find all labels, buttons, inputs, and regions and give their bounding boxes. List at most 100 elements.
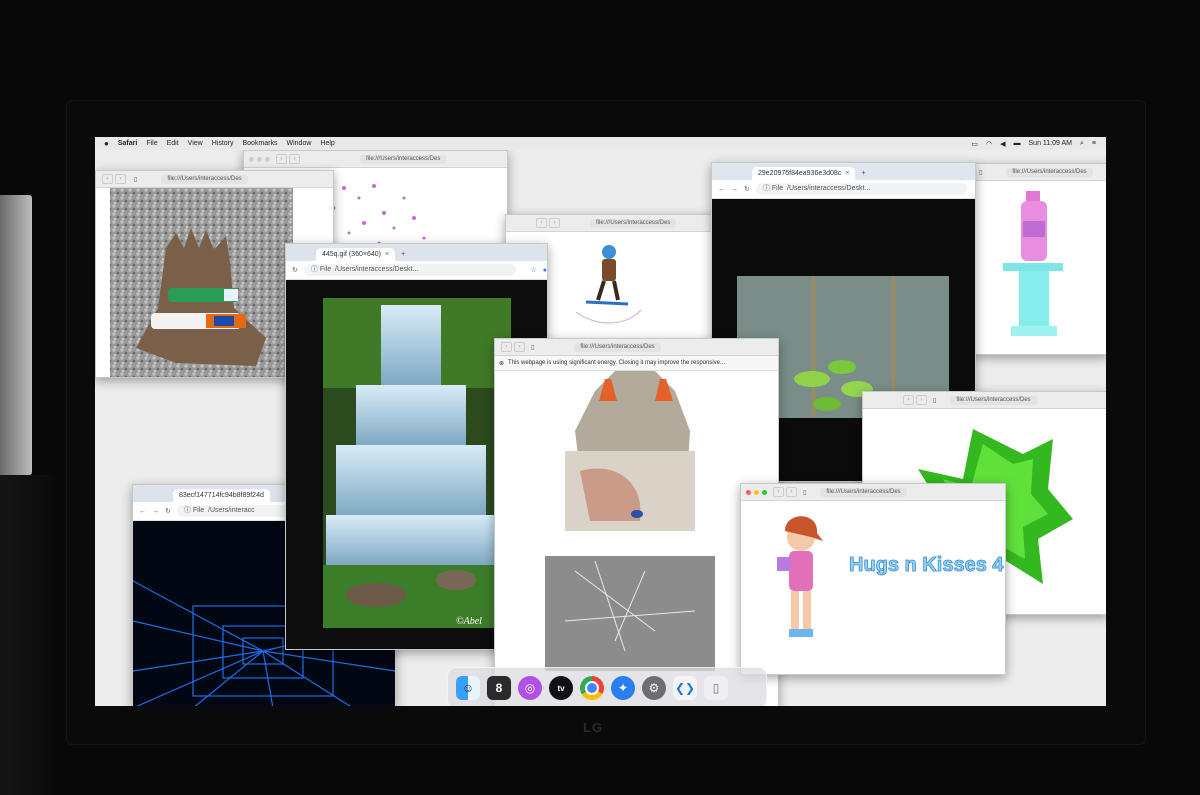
forward-button[interactable]: › — [549, 218, 560, 228]
forward-icon[interactable]: → — [152, 508, 159, 515]
tab-waterfall[interactable]: 445q.gif (360×640) × — [316, 248, 396, 261]
info-icon: ⓘ — [183, 507, 191, 514]
waterfall-watermark: ©Abel — [456, 616, 482, 627]
menu-safari[interactable]: Safari — [118, 140, 137, 147]
scheme-label: File — [192, 507, 205, 514]
fiji-bottle-image — [1003, 191, 1063, 336]
energy-warning-text: This webpage is using significant energy… — [508, 360, 726, 366]
menu-edit[interactable]: Edit — [167, 140, 179, 147]
menu-help[interactable]: Help — [320, 140, 334, 147]
volume-icon[interactable]: ◀ — [1000, 140, 1005, 148]
spotlight-icon[interactable]: ⌕ — [1080, 140, 1084, 148]
browser-window-hugs[interactable]: ‹ › ▯ file:///Users/interaccess/Des Hugs … — [740, 483, 1006, 675]
omnibox[interactable]: ⓘ File /Users/interaccess/Deskt... — [303, 264, 517, 276]
url-field[interactable]: file:///Users/interaccess/Des — [161, 174, 248, 184]
window-toolbar: ‹ › file:///Users/interaccess/Des — [506, 215, 716, 232]
forward-button[interactable]: › — [786, 487, 797, 497]
omnibox[interactable]: ⓘ File /Users/interaccess/Deskt... — [755, 183, 967, 195]
dock: ☺ 8 ◎ tv ✦ ⚙ ❮❯ ▯ — [447, 667, 767, 706]
background-monitor — [0, 195, 32, 475]
reload-icon[interactable]: ↻ — [744, 185, 750, 193]
menu-history[interactable]: History — [212, 140, 234, 147]
tab-strip: 445q.gif (360×640) × + — [286, 244, 547, 261]
url-field[interactable]: file:///Users/interaccess/Des — [950, 395, 1037, 405]
back-icon[interactable]: ← — [139, 508, 146, 515]
reload-icon[interactable]: ↻ — [292, 266, 298, 274]
browser-window-cones[interactable]: ‹ › ▯ file:///Users/interaccess/Des ⊗ Thi… — [494, 338, 779, 706]
menu-bookmarks[interactable]: Bookmarks — [242, 140, 277, 147]
sidebar-icon[interactable]: ▯ — [979, 169, 982, 176]
wifi-icon[interactable]: ◠ — [986, 140, 992, 148]
system-preferences-icon[interactable]: ⚙ — [642, 676, 666, 700]
close-button[interactable] — [746, 489, 751, 495]
address-bar: ← → ↻ ⓘ File /Users/interaccess/Deskt... — [712, 180, 975, 199]
window-toolbar: ‹ › ▯ file:///Users/interaccess/Des — [96, 171, 333, 188]
hugs-kisses-image: Hugs n Kisses 4 you — [777, 516, 1005, 637]
back-button[interactable]: ‹ — [773, 487, 784, 497]
profile-icon[interactable]: ● — [543, 267, 547, 274]
speakers-icon[interactable]: 8 — [487, 676, 511, 700]
control-center-icon[interactable]: ≡ — [1092, 140, 1096, 147]
screen-mirror-icon[interactable]: ▭ — [971, 140, 978, 148]
zoom-button[interactable] — [762, 489, 767, 495]
url-field[interactable]: file:///Users/interaccess/Des — [574, 342, 661, 352]
menu-file[interactable]: File — [146, 140, 157, 147]
minimize-button[interactable] — [257, 156, 262, 162]
sidebar-icon[interactable]: ▯ — [134, 176, 137, 183]
safari-icon[interactable]: ✦ — [611, 676, 635, 700]
url-field[interactable]: file:///Users/interaccess/Des — [820, 487, 907, 497]
new-tab-button[interactable]: + — [401, 248, 405, 261]
minimize-button[interactable] — [754, 489, 759, 495]
back-button[interactable]: ‹ — [903, 395, 914, 405]
new-tab-button[interactable]: + — [861, 167, 865, 180]
bookmark-star-icon[interactable]: ☆ — [530, 266, 536, 274]
vscode-icon[interactable]: ❮❯ — [673, 676, 697, 700]
back-button[interactable]: ‹ — [276, 154, 287, 164]
back-icon[interactable]: ← — [718, 186, 725, 193]
tv-icon[interactable]: tv — [549, 676, 573, 700]
tab-title: 83ecf147714fc94b8f89f24d — [179, 492, 264, 499]
apple-menu-icon[interactable]: ● — [104, 139, 109, 148]
window-toolbar: ‹ › ▯ file:///Users/interaccess/Des — [863, 392, 1106, 409]
tab-strip: 29e20976f84ea936e3d08c × + — [712, 163, 975, 180]
background-shadow — [0, 475, 52, 795]
battery-icon[interactable]: ▬ — [1014, 140, 1021, 147]
trash-icon[interactable]: ▯ — [704, 676, 728, 700]
podcasts-icon[interactable]: ◎ — [518, 676, 542, 700]
url-text: /Users/interaccess/Deskt... — [335, 266, 419, 273]
sidebar-icon[interactable]: ▯ — [803, 489, 806, 496]
close-tab-icon[interactable]: × — [845, 167, 849, 180]
sidebar-icon[interactable]: ▯ — [933, 397, 936, 404]
chrome-icon[interactable] — [580, 676, 604, 700]
url-text: /Users/interaccess/Deskt... — [787, 185, 871, 192]
forward-button[interactable]: › — [514, 342, 525, 352]
url-field[interactable]: file:///Users/interaccess/Des — [590, 218, 677, 228]
back-button[interactable]: ‹ — [501, 342, 512, 352]
tab-plant[interactable]: 29e20976f84ea936e3d08c × — [752, 167, 856, 180]
back-button[interactable]: ‹ — [536, 218, 547, 228]
info-icon: ⓘ — [310, 266, 318, 273]
menu-bar: ● Safari File Edit View History Bookmark… — [95, 137, 1106, 150]
finder-icon[interactable]: ☺ — [456, 676, 480, 700]
url-field[interactable]: file:///Users/interaccess/Des — [360, 154, 447, 164]
close-tab-icon[interactable]: × — [385, 248, 389, 261]
menu-window[interactable]: Window — [287, 140, 312, 147]
close-button[interactable] — [249, 156, 254, 162]
forward-icon[interactable]: → — [731, 186, 738, 193]
sidebar-icon[interactable]: ▯ — [531, 344, 534, 351]
menu-view[interactable]: View — [188, 140, 203, 147]
back-button[interactable]: ‹ — [102, 174, 113, 184]
zoom-button[interactable] — [265, 156, 270, 162]
reload-icon[interactable]: ↻ — [165, 507, 171, 515]
tab-tunnel[interactable]: 83ecf147714fc94b8f89f24d — [173, 489, 270, 502]
cones-collage-image — [545, 371, 715, 671]
url-field[interactable]: file:///Users/interaccess/Des — [1006, 167, 1093, 177]
forward-button[interactable]: › — [115, 174, 126, 184]
close-banner-icon[interactable]: ⊗ — [499, 360, 504, 367]
info-icon: ⓘ — [762, 185, 770, 192]
forward-button[interactable]: › — [289, 154, 300, 164]
browser-window-bottle[interactable]: ▯ file:///Users/interaccess/Des — [972, 163, 1106, 355]
url-text: /Users/interacc — [208, 507, 255, 514]
menu-clock[interactable]: Sun 11:09 AM — [1029, 140, 1072, 147]
forward-button[interactable]: › — [916, 395, 927, 405]
